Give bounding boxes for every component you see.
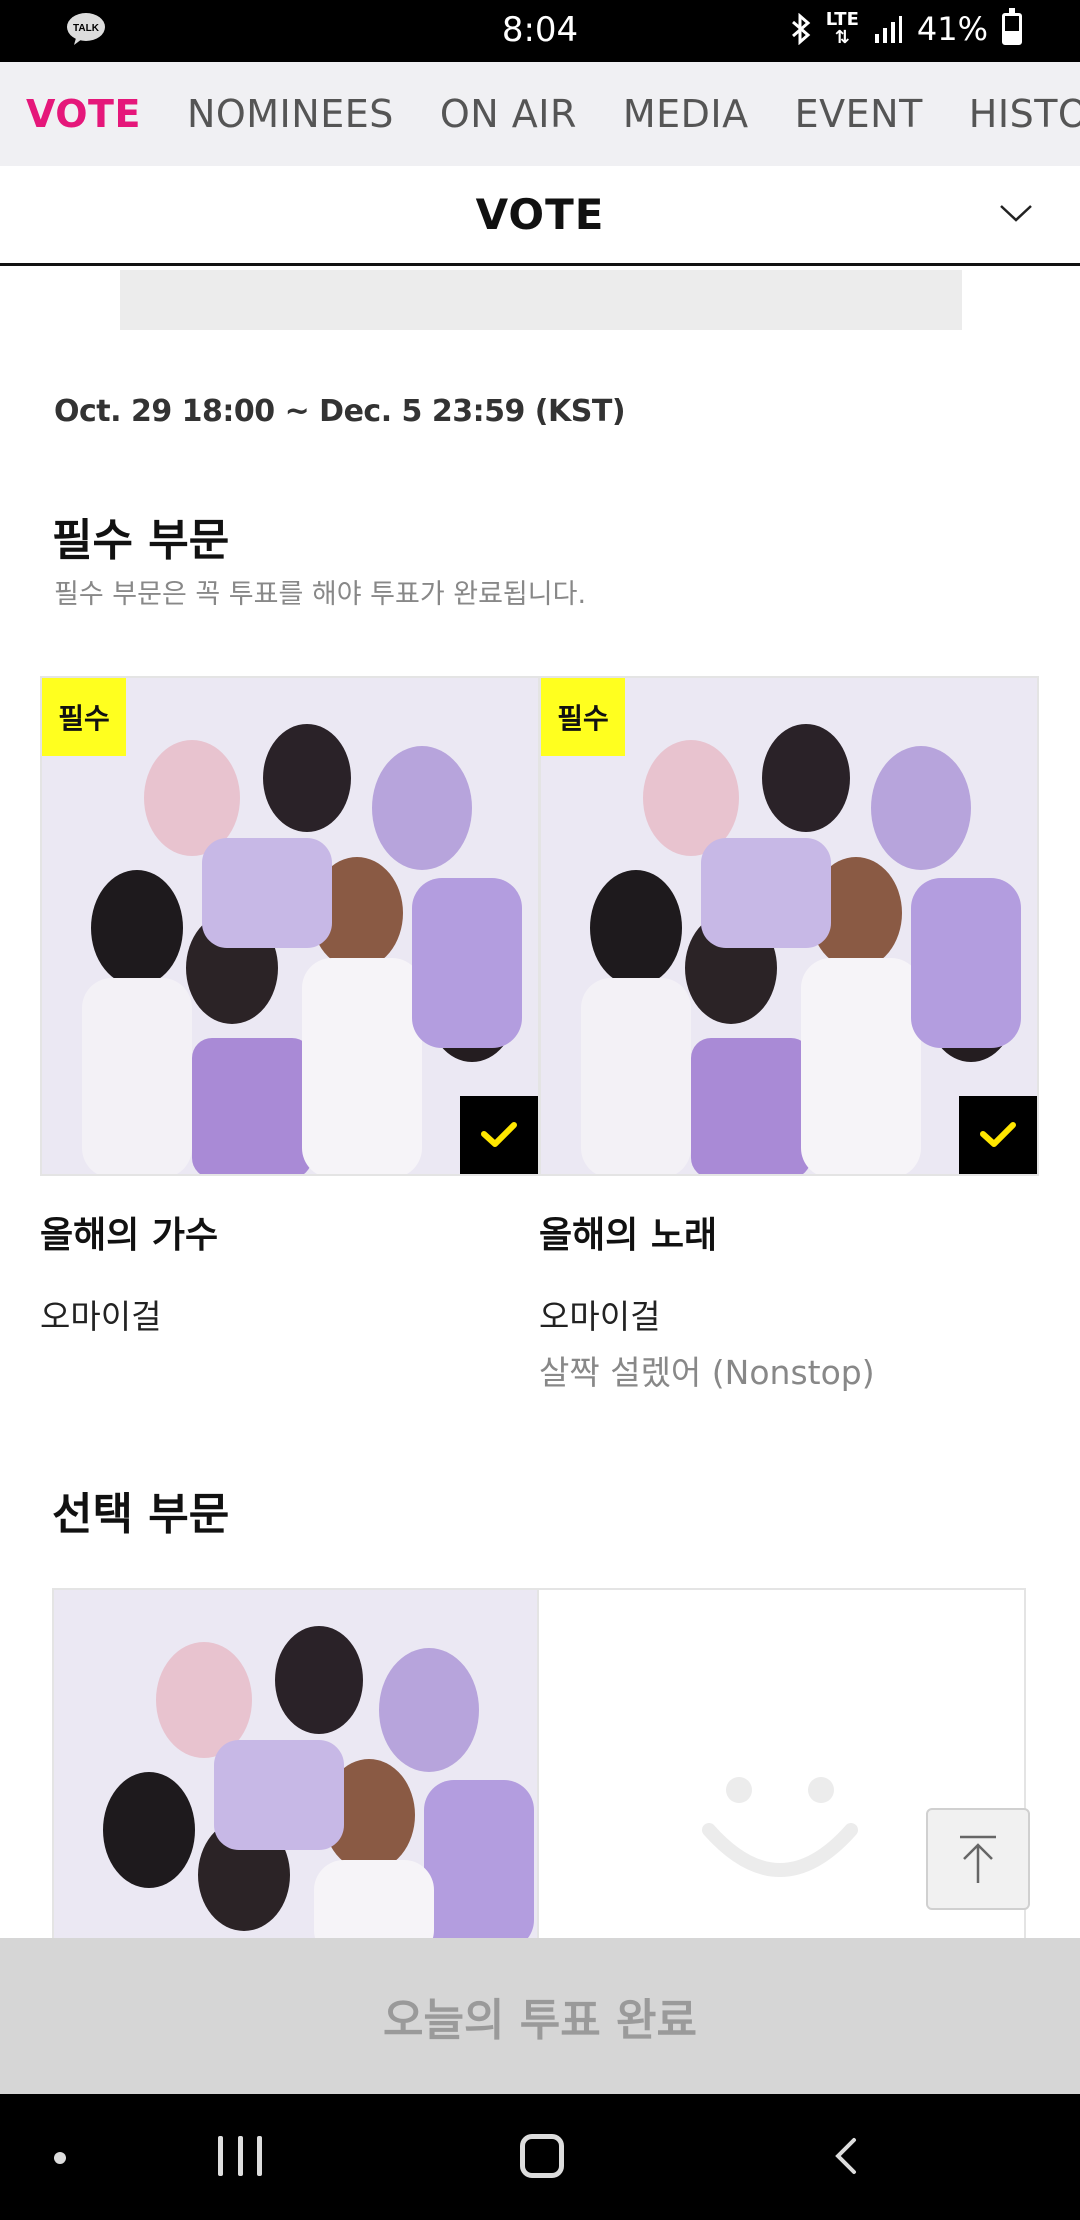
artist-name: 오마이걸 xyxy=(40,1297,162,1336)
vote-card-song[interactable]: 필수 올해의 노래 오마이걸 살짝 설렜어 (Nonstop) xyxy=(539,676,1039,1394)
banner-placeholder xyxy=(120,270,962,330)
group-photo-illustration xyxy=(54,1590,537,1948)
song-title: 살짝 설렜어 (Nonstop) xyxy=(539,1353,875,1392)
signal-icon xyxy=(874,16,902,43)
tab-media[interactable]: MEDIA xyxy=(623,92,749,136)
section-title: VOTE xyxy=(475,190,605,239)
system-nav-bar xyxy=(0,2094,1080,2220)
check-icon xyxy=(481,1122,517,1147)
home-icon[interactable] xyxy=(520,2134,564,2178)
optional-section-title: 선택 부문 xyxy=(52,1489,230,1540)
chevron-down-icon[interactable] xyxy=(998,196,1034,232)
section-dropdown[interactable]: VOTE xyxy=(0,166,1080,266)
main-tabs: VOTE NOMINEES ON AIR MEDIA EVENT HISTORY xyxy=(0,62,1080,166)
status-bar: TALK 8:04 LTE ⇅ 41% xyxy=(0,0,1080,62)
tab-event[interactable]: EVENT xyxy=(795,92,923,136)
category-name: 올해의 가수 xyxy=(40,1215,219,1256)
tab-nominees[interactable]: NOMINEES xyxy=(187,92,394,136)
complete-today-vote-button[interactable]: 오늘의 투표 완료 xyxy=(0,1938,1080,2094)
back-icon[interactable] xyxy=(828,2136,868,2176)
status-icons: LTE ⇅ 41% xyxy=(790,8,1022,48)
tab-on-air[interactable]: ON AIR xyxy=(440,92,577,136)
nav-dot-icon xyxy=(54,2152,66,2164)
battery-icon xyxy=(1002,8,1022,45)
bluetooth-icon xyxy=(791,13,811,45)
required-badge: 필수 xyxy=(42,678,126,756)
tab-history[interactable]: HISTORY xyxy=(969,92,1080,136)
scroll-to-top-button[interactable] xyxy=(926,1808,1030,1910)
selected-check[interactable] xyxy=(959,1096,1037,1174)
recent-apps-icon[interactable] xyxy=(218,2136,262,2176)
optional-card-1[interactable] xyxy=(54,1590,539,1948)
optional-grid xyxy=(52,1588,1026,1948)
required-badge: 필수 xyxy=(541,678,625,756)
nominee-photo[interactable]: 필수 xyxy=(40,676,540,1176)
required-section-title: 필수 부문 xyxy=(52,515,230,566)
battery-fill xyxy=(1005,31,1019,42)
check-icon xyxy=(980,1122,1016,1147)
arrow-up-icon xyxy=(960,1835,996,1883)
tab-vote[interactable]: VOTE xyxy=(26,92,141,136)
vote-card-singer[interactable]: 필수 올해의 가수 오마이걸 xyxy=(40,676,540,1338)
network-indicator: LTE ⇅ xyxy=(826,11,859,47)
required-section-description: 필수 부문은 꼭 투표를 해야 투표가 완료됩니다. xyxy=(54,579,587,610)
battery-percent: 41% xyxy=(916,10,988,48)
category-name: 올해의 노래 xyxy=(539,1215,718,1256)
artist-name: 오마이걸 xyxy=(539,1297,661,1336)
nominee-photo[interactable]: 필수 xyxy=(539,676,1039,1176)
selected-check[interactable] xyxy=(460,1096,538,1174)
vote-period: Oct. 29 18:00 ~ Dec. 5 23:59 (KST) xyxy=(54,394,626,429)
data-arrows-icon: ⇅ xyxy=(834,27,850,48)
